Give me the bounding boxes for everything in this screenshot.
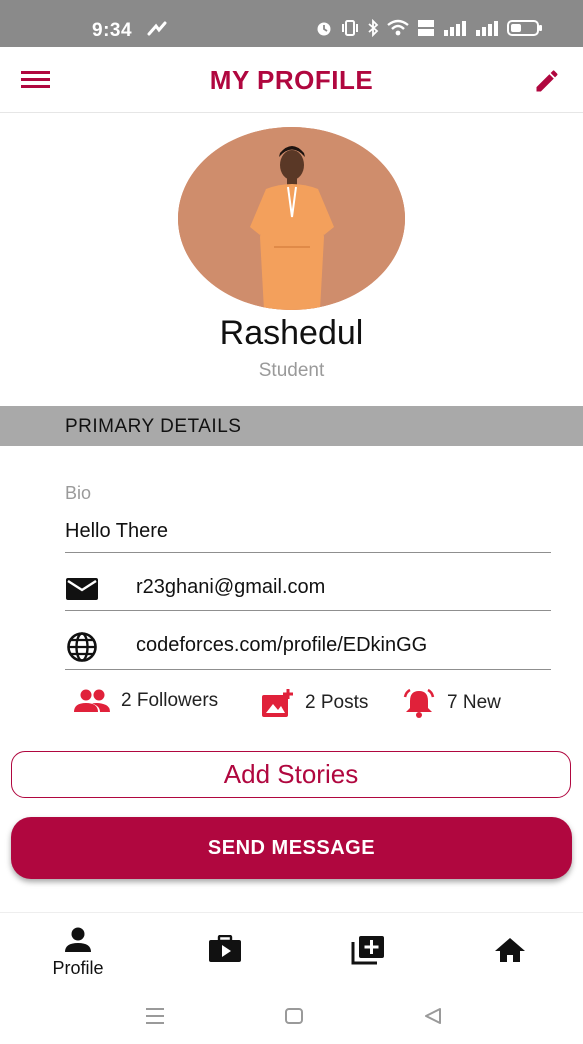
alarm-bell-icon — [403, 688, 435, 718]
alarm-icon — [317, 22, 331, 36]
bio-value: Hello There — [65, 520, 169, 542]
wifi-icon — [387, 19, 409, 36]
website-value: codeforces.com/profile/EDkinGG — [136, 634, 428, 656]
profile-role: Student — [258, 360, 325, 381]
website-field[interactable]: codeforces.com/profile/EDkinGG — [65, 626, 551, 670]
home-system-button[interactable] — [284, 1006, 304, 1031]
followers-label: 2 Followers — [121, 690, 219, 711]
primary-details-header: PRIMARY DETAILS — [0, 406, 583, 446]
profile-avatar[interactable] — [178, 127, 405, 310]
bio-field[interactable]: Hello There — [65, 515, 551, 553]
followers-stat[interactable]: 2 Followers — [73, 688, 218, 714]
home-square-icon — [285, 1008, 303, 1024]
people-icon — [74, 689, 110, 712]
notifications-stat[interactable]: 7 New — [401, 688, 501, 718]
nav-media-tab[interactable] — [186, 913, 266, 991]
nav-profile-label: Profile — [52, 958, 104, 978]
page-title: MY PROFILE — [209, 65, 374, 95]
back-system-button[interactable] — [423, 1006, 443, 1031]
bio-label: Bio — [65, 483, 92, 503]
send-message-button[interactable]: SEND MESSAGE — [11, 817, 572, 879]
recent-apps-button[interactable] — [144, 1006, 166, 1031]
profile-name: Rashedul — [219, 314, 364, 352]
edit-icon — [536, 70, 558, 92]
mail-icon — [65, 576, 99, 607]
vibrate-icon — [342, 20, 358, 36]
network-activity-icon — [146, 20, 168, 38]
system-navigation-bar — [0, 992, 583, 1044]
nav-add-tab[interactable] — [329, 913, 409, 991]
add-photo-icon — [262, 689, 293, 717]
add-stories-button[interactable]: Add Stories — [11, 751, 571, 798]
recent-apps-icon — [146, 1008, 164, 1024]
video-case-icon — [209, 935, 241, 962]
battery-icon — [507, 20, 542, 36]
signal-2-icon — [476, 21, 498, 36]
add-library-icon — [351, 936, 384, 965]
home-icon — [495, 938, 525, 962]
volte-icon — [418, 20, 434, 36]
back-triangle-icon — [425, 1008, 441, 1024]
status-time: 9:34 — [92, 20, 133, 41]
person-icon — [65, 927, 91, 952]
notifications-label: 7 New — [447, 692, 501, 713]
avatar-photo — [178, 127, 405, 310]
nav-home-tab[interactable] — [472, 913, 552, 991]
posts-label: 2 Posts — [305, 692, 369, 713]
edit-profile-button[interactable] — [531, 67, 563, 95]
app-bar: MY PROFILE — [0, 47, 583, 113]
email-field[interactable]: r23ghani@gmail.com — [65, 568, 551, 611]
section-title: PRIMARY DETAILS — [65, 416, 242, 437]
globe-icon — [65, 632, 99, 667]
signal-1-icon — [444, 21, 466, 36]
bluetooth-icon — [368, 19, 379, 37]
bottom-navigation: Profile — [0, 912, 583, 992]
status-icons — [315, 19, 543, 37]
posts-stat[interactable]: 2 Posts — [261, 688, 368, 718]
nav-profile-tab[interactable]: Profile — [38, 913, 118, 991]
status-bar: 9:34 — [0, 0, 583, 47]
email-value: r23ghani@gmail.com — [136, 576, 326, 598]
